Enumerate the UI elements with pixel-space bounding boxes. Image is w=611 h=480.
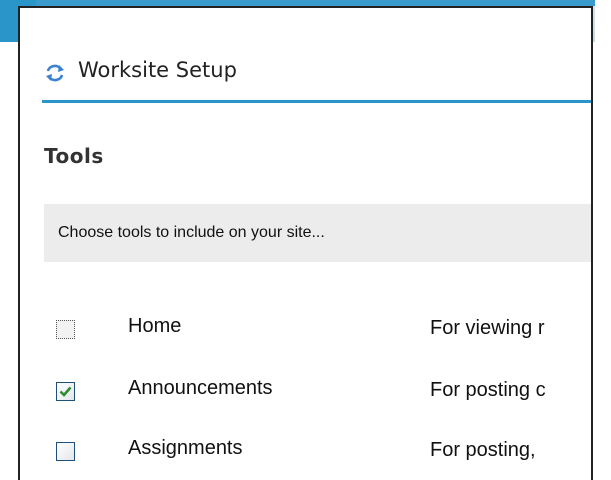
instructions-panel: Choose tools to include on your site... — [44, 204, 591, 262]
instructions-text: Choose tools to include on your site... — [58, 224, 325, 241]
tool-row-announcements: Announcements For posting c — [20, 373, 591, 413]
page-header: Worksite Setup — [42, 56, 562, 92]
tool-name: Assignments — [128, 437, 243, 459]
sync-arrows-icon — [44, 62, 66, 84]
tool-description: For viewing r — [430, 317, 545, 339]
home-checkbox[interactable] — [56, 320, 75, 339]
section-title: Tools — [44, 144, 104, 168]
right-margin — [595, 0, 611, 480]
tool-description: For posting c — [430, 379, 546, 401]
page-title: Worksite Setup — [78, 58, 237, 82]
tool-name: Announcements — [128, 377, 273, 399]
tool-description: For posting, — [430, 439, 536, 461]
tool-name: Home — [128, 315, 182, 337]
assignments-checkbox[interactable] — [56, 442, 75, 461]
tool-row-assignments: Assignments For posting, — [20, 433, 591, 473]
header-divider — [42, 100, 591, 103]
checkmark-icon — [59, 386, 72, 397]
tool-row-home: Home For viewing r — [20, 311, 591, 351]
announcements-checkbox[interactable] — [56, 382, 75, 401]
tool-page: Worksite Setup Tools Choose tools to inc… — [18, 6, 593, 480]
